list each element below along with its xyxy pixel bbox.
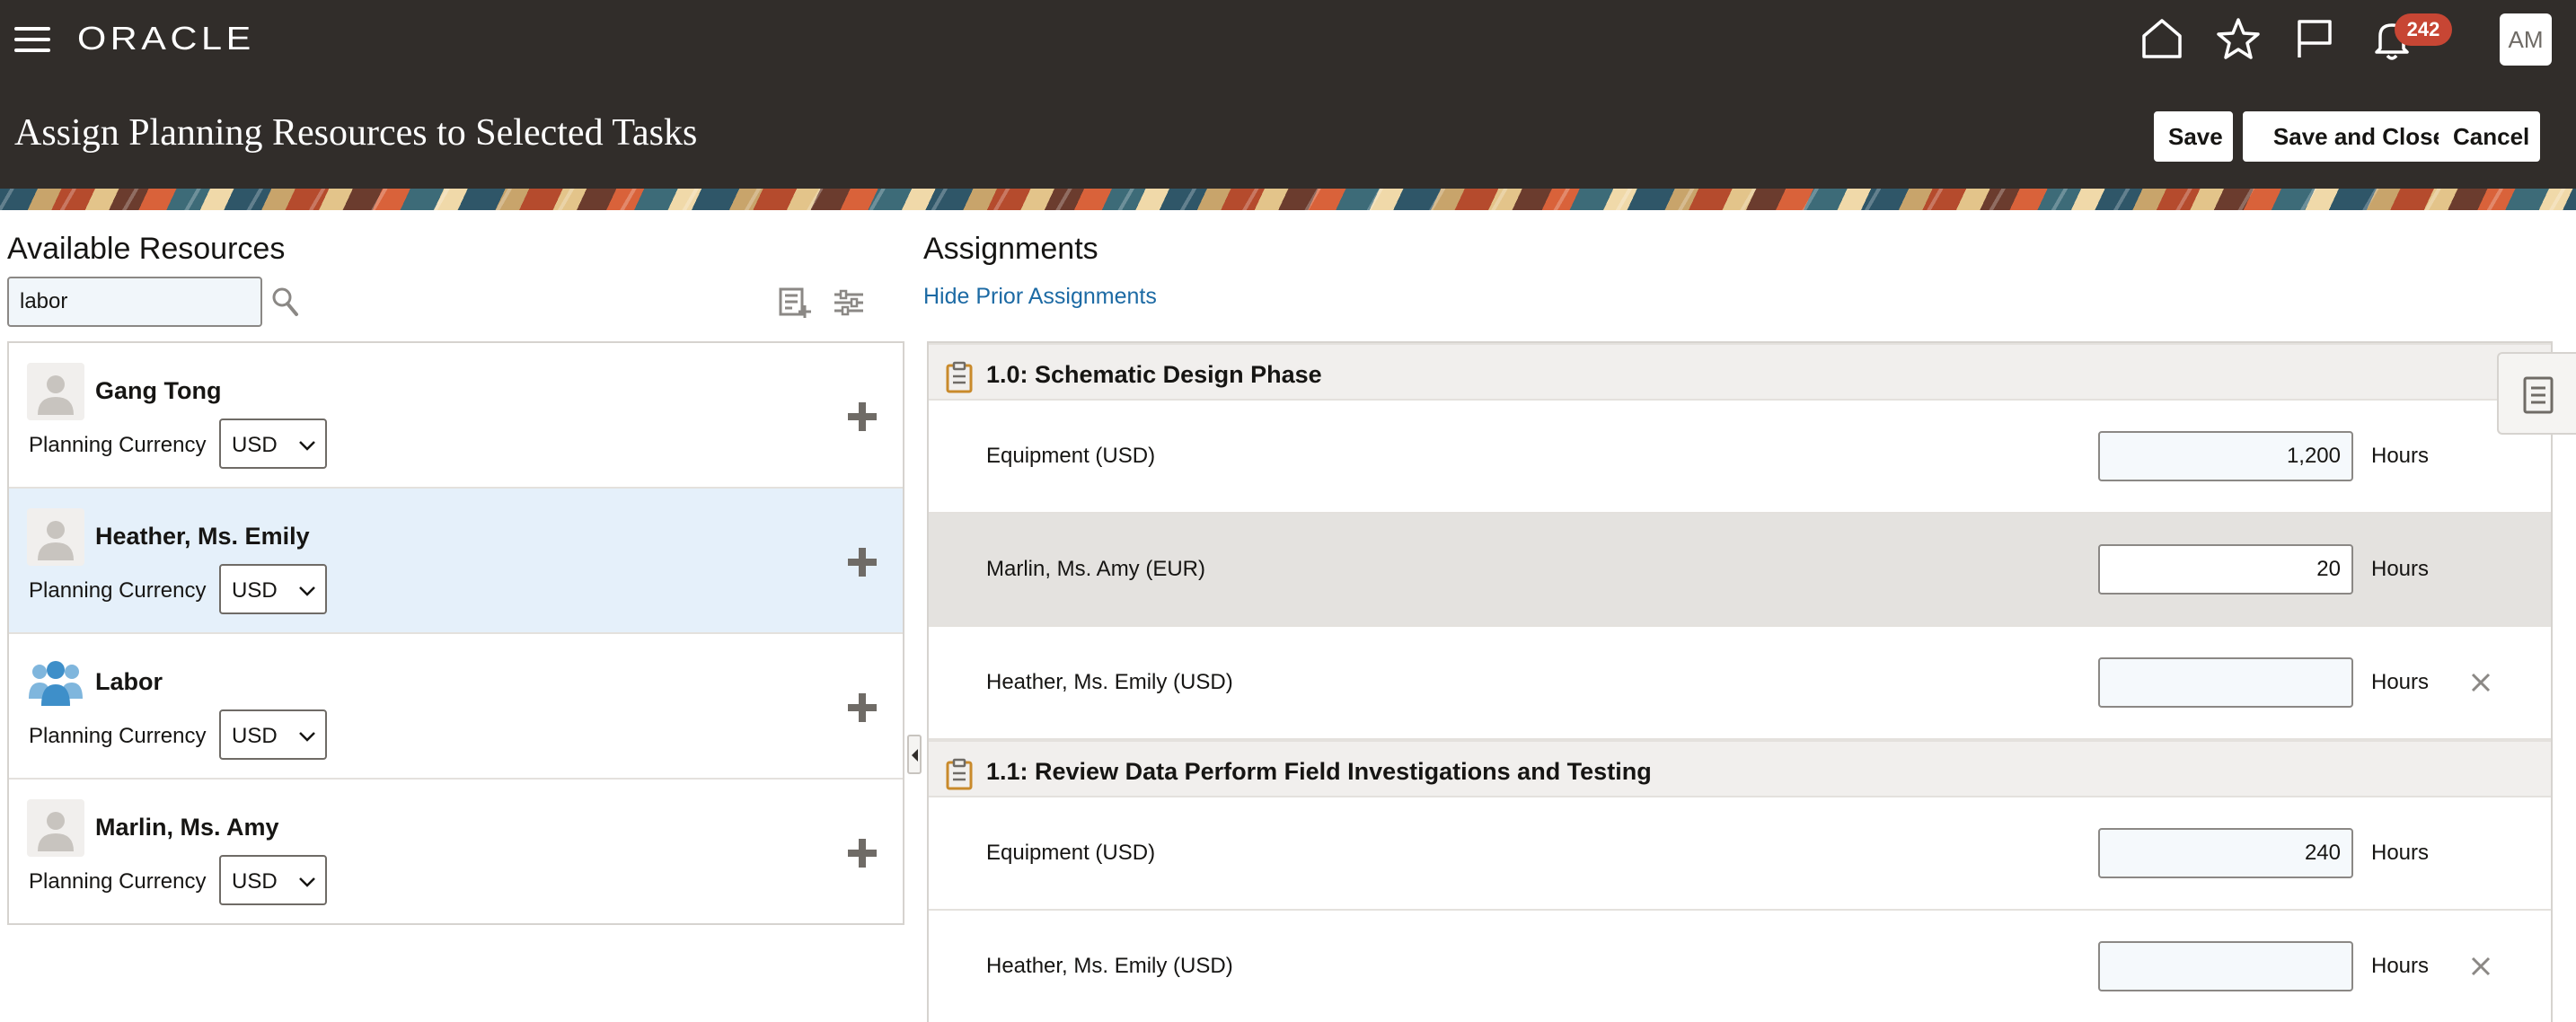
resource-item-marlin-amy[interactable]: Marlin, Ms. Amy Planning Currency USD <box>9 780 903 925</box>
task-title: 1.0: Schematic Design Phase <box>986 361 1322 388</box>
chevron-down-icon <box>299 586 315 596</box>
add-resource-icon[interactable] <box>848 548 877 577</box>
currency-value: USD <box>232 869 278 894</box>
decorative-banner <box>0 189 2576 210</box>
assignment-unit: Hours <box>2371 841 2430 865</box>
assignment-unit: Hours <box>2371 557 2430 581</box>
task-clipboard-icon <box>945 361 974 393</box>
panel-collapse-handle[interactable] <box>907 735 922 774</box>
flag-icon[interactable] <box>2290 14 2339 63</box>
assignment-quantity-input[interactable] <box>2098 941 2353 991</box>
assignment-quantity-input[interactable] <box>2098 544 2353 595</box>
currency-value: USD <box>232 433 278 457</box>
assignment-row: Heather, Ms. Emily (USD) Hours <box>929 911 2551 1022</box>
resource-item-heather-emily[interactable]: Heather, Ms. Emily Planning Currency USD <box>9 489 903 634</box>
oracle-logo: ORACLE <box>77 20 255 57</box>
page-title: Assign Planning Resources to Selected Ta… <box>14 112 698 154</box>
group-icon <box>27 654 84 711</box>
person-icon <box>27 799 84 857</box>
side-panel-toggle[interactable] <box>2497 352 2576 435</box>
save-button[interactable]: Save <box>2154 111 2233 162</box>
resource-name: Heather, Ms. Emily <box>95 523 310 550</box>
assignment-unit: Hours <box>2371 444 2430 468</box>
add-resource-icon[interactable] <box>848 402 877 431</box>
person-icon <box>27 508 84 566</box>
assignments-title: Assignments <box>923 232 1098 266</box>
assignment-resource-name: Heather, Ms. Emily (USD) <box>986 670 1233 694</box>
resource-name: Gang Tong <box>95 377 222 404</box>
planning-currency-select[interactable]: USD <box>219 855 327 905</box>
assignment-quantity-input[interactable] <box>2098 657 2353 708</box>
star-icon[interactable] <box>2214 14 2263 63</box>
resource-name: Labor <box>95 668 163 695</box>
app-header: ORACLE 242 AM Assign Planning Resources … <box>0 0 2576 189</box>
resource-list: Gang Tong Planning Currency USD Heather,… <box>7 341 904 925</box>
planning-currency-label: Planning Currency <box>29 869 207 894</box>
search-icon[interactable] <box>269 286 302 318</box>
add-to-list-icon[interactable] <box>778 286 812 320</box>
planning-currency-select[interactable]: USD <box>219 709 327 760</box>
assignments-panel: 1.0: Schematic Design Phase Equipment (U… <box>927 341 2553 1022</box>
assignment-resource-name: Equipment (USD) <box>986 444 1156 468</box>
assignment-resource-name: Marlin, Ms. Amy (EUR) <box>986 557 1206 581</box>
hamburger-menu-icon[interactable] <box>14 25 50 54</box>
hide-prior-assignments-link[interactable]: Hide Prior Assignments <box>923 284 1157 310</box>
person-icon <box>27 363 84 420</box>
planning-currency-select[interactable]: USD <box>219 564 327 614</box>
task-title: 1.1: Review Data Perform Field Investiga… <box>986 758 1652 785</box>
available-resources-title: Available Resources <box>7 232 286 266</box>
filter-settings-icon[interactable] <box>832 286 866 320</box>
planning-currency-label: Planning Currency <box>29 724 207 748</box>
resource-search-input[interactable] <box>7 277 262 327</box>
resource-name: Marlin, Ms. Amy <box>95 814 279 841</box>
assignment-resource-name: Heather, Ms. Emily (USD) <box>986 954 1233 978</box>
assignment-row: Heather, Ms. Emily (USD) Hours <box>929 627 2551 740</box>
currency-value: USD <box>232 724 278 748</box>
chevron-down-icon <box>299 732 315 742</box>
assignment-quantity-input[interactable] <box>2098 828 2353 878</box>
planning-currency-select[interactable]: USD <box>219 418 327 469</box>
chevron-down-icon <box>299 877 315 887</box>
user-avatar[interactable]: AM <box>2500 13 2552 66</box>
task-clipboard-icon <box>945 758 974 790</box>
planning-currency-label: Planning Currency <box>29 433 207 457</box>
remove-assignment-icon[interactable] <box>2470 672 2492 693</box>
resource-item-gang-tong[interactable]: Gang Tong Planning Currency USD <box>9 343 903 489</box>
notification-badge: 242 <box>2395 13 2452 46</box>
assignment-resource-name: Equipment (USD) <box>986 841 1156 865</box>
assignment-unit: Hours <box>2371 670 2430 694</box>
assignment-row: Equipment (USD) Hours <box>929 401 2551 514</box>
planning-currency-label: Planning Currency <box>29 578 207 603</box>
document-icon <box>2523 376 2554 414</box>
remove-assignment-icon[interactable] <box>2470 956 2492 977</box>
add-resource-icon[interactable] <box>848 839 877 868</box>
currency-value: USD <box>232 578 278 603</box>
assignment-quantity-input[interactable] <box>2098 431 2353 481</box>
task-header: 1.1: Review Data Perform Field Investiga… <box>929 740 2551 797</box>
home-icon[interactable] <box>2138 14 2186 63</box>
assignment-unit: Hours <box>2371 954 2430 978</box>
resource-item-labor[interactable]: Labor Planning Currency USD <box>9 634 903 780</box>
assignment-row: Marlin, Ms. Amy (EUR) Hours <box>929 514 2551 627</box>
chevron-down-icon <box>299 441 315 451</box>
add-resource-icon[interactable] <box>848 693 877 722</box>
assignment-row: Equipment (USD) Hours <box>929 797 2551 911</box>
task-header: 1.0: Schematic Design Phase <box>929 343 2551 401</box>
cancel-button[interactable]: Cancel <box>2439 111 2540 162</box>
